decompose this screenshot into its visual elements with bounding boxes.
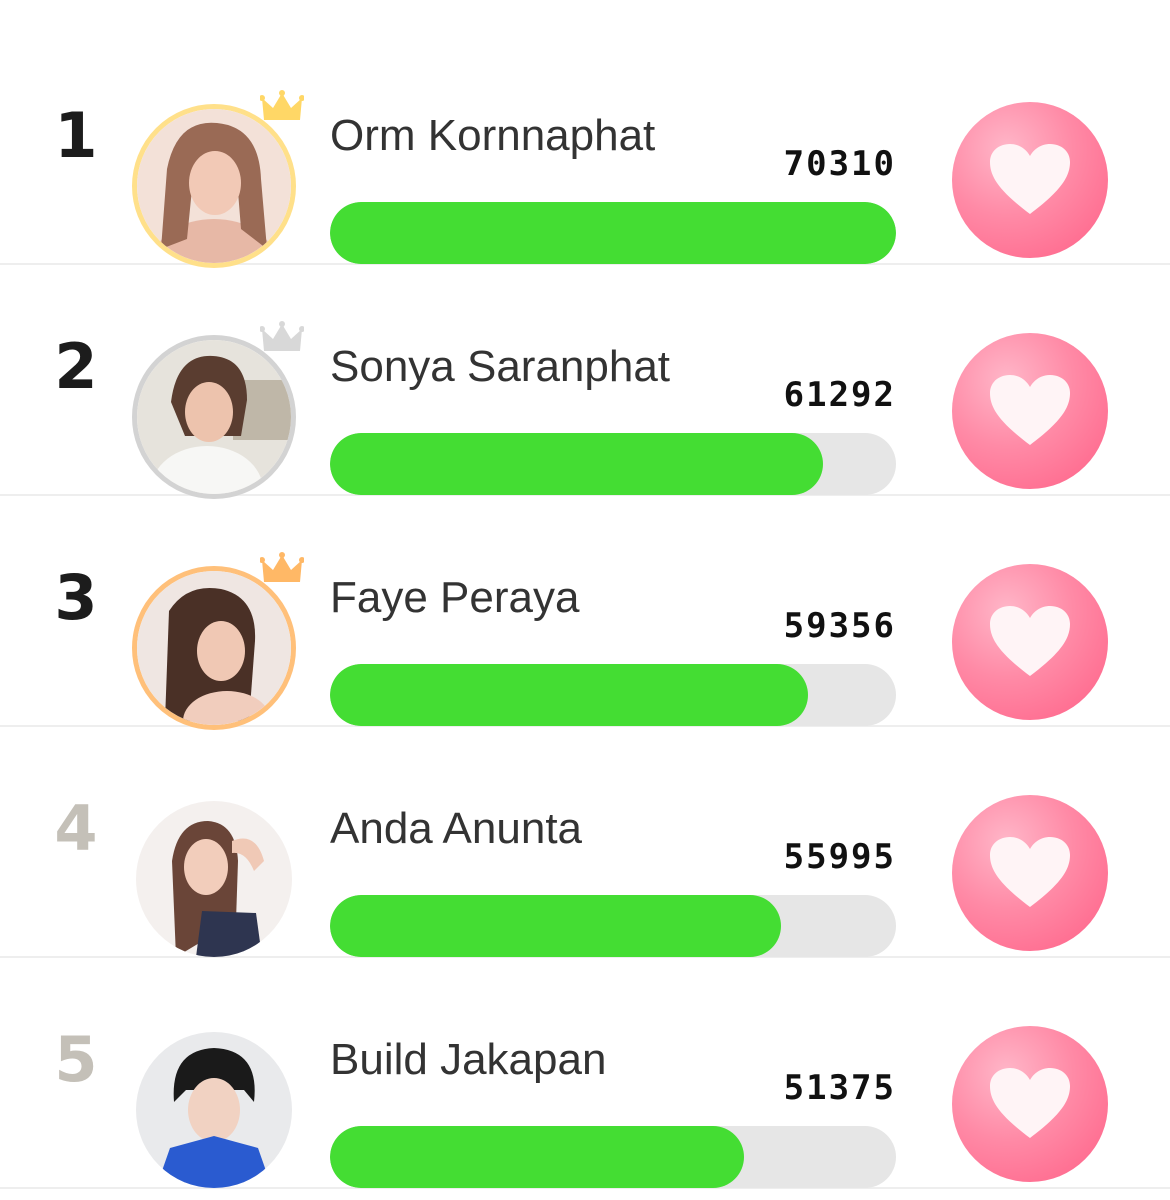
contestant-name: Sonya Saranphat xyxy=(330,342,671,391)
vote-count: 55995 xyxy=(783,837,896,877)
avatar-container[interactable] xyxy=(132,1028,296,1192)
contestant-name: Orm Kornnaphat xyxy=(330,111,656,160)
heart-icon xyxy=(990,606,1070,676)
vote-progress-fill xyxy=(330,895,781,957)
avatar-container[interactable] xyxy=(132,552,304,730)
vote-progress-fill xyxy=(330,1126,744,1188)
like-button[interactable] xyxy=(952,1026,1108,1182)
list-item: 3 Faye Peraya 59356 xyxy=(0,496,1170,730)
vote-count: 51375 xyxy=(783,1068,896,1108)
avatar-container[interactable] xyxy=(132,90,304,268)
crown-icon xyxy=(260,552,304,582)
heart-icon xyxy=(990,144,1070,214)
vote-progress-fill xyxy=(330,433,824,495)
rank-number: 2 xyxy=(54,330,98,403)
vote-count: 59356 xyxy=(783,606,896,646)
contestant-name: Build Jakapan xyxy=(330,1035,607,1084)
like-button[interactable] xyxy=(952,564,1108,720)
vote-progress-bar xyxy=(330,202,896,264)
avatar[interactable] xyxy=(136,1032,292,1188)
vote-progress-bar xyxy=(330,895,896,957)
avatar-container[interactable] xyxy=(132,321,304,499)
like-button[interactable] xyxy=(952,333,1108,489)
avatar[interactable] xyxy=(132,335,296,499)
contestant-name: Faye Peraya xyxy=(330,573,580,622)
vote-progress-fill xyxy=(330,202,896,264)
vote-progress-bar xyxy=(330,1126,896,1188)
list-item: 4 Anda Anunta 55995 xyxy=(0,727,1170,958)
vote-progress-fill xyxy=(330,664,808,726)
list-item: 5 Build Jakapan 51375 xyxy=(0,958,1170,1189)
avatar[interactable] xyxy=(132,566,296,730)
avatar[interactable] xyxy=(132,104,296,268)
rank-number: 5 xyxy=(54,1023,98,1096)
vote-progress-bar xyxy=(330,664,896,726)
avatar-container[interactable] xyxy=(132,797,296,961)
crown-icon xyxy=(260,90,304,120)
like-button[interactable] xyxy=(952,102,1108,258)
heart-icon xyxy=(990,1068,1070,1138)
rank-number: 1 xyxy=(54,99,98,172)
rank-number: 4 xyxy=(54,792,98,865)
rank-number: 3 xyxy=(54,561,98,634)
list-item: 1 Orm Kornnaphat 70310 xyxy=(0,34,1170,268)
heart-icon xyxy=(990,837,1070,907)
vote-progress-bar xyxy=(330,433,896,495)
crown-icon xyxy=(260,321,304,351)
like-button[interactable] xyxy=(952,795,1108,951)
contestant-name: Anda Anunta xyxy=(330,804,583,853)
vote-count: 61292 xyxy=(783,375,896,415)
avatar[interactable] xyxy=(136,801,292,957)
list-item: 2 Sonya Saranphat 61292 xyxy=(0,265,1170,499)
leaderboard-list: 1 Orm Kornnaphat 70310 2 Sonya Saranphat… xyxy=(0,0,1170,1200)
vote-count: 70310 xyxy=(783,144,896,184)
heart-icon xyxy=(990,375,1070,445)
